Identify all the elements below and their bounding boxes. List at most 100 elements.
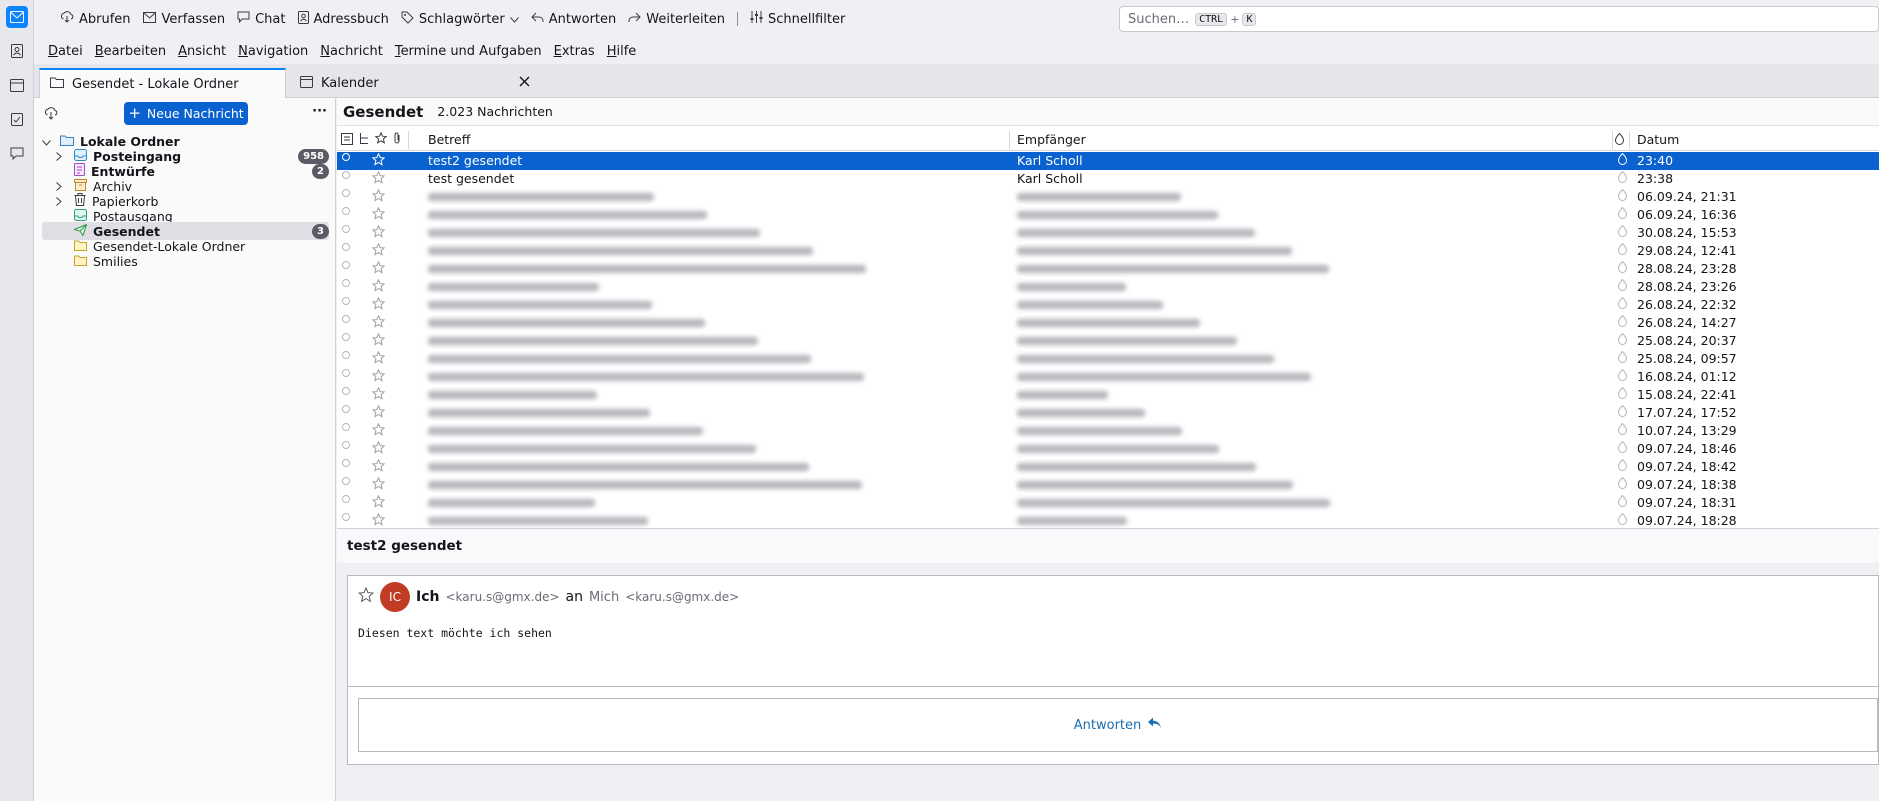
read-status-icon[interactable] (342, 477, 350, 485)
star-icon[interactable] (371, 206, 386, 224)
reply-button[interactable]: Antworten (525, 6, 623, 32)
space-chat[interactable] (0, 136, 34, 170)
sender-name[interactable]: Ich (416, 589, 439, 605)
global-search-input[interactable]: Suchen… CTRL + K (1119, 6, 1879, 32)
star-icon[interactable] (371, 278, 386, 296)
table-row[interactable]: 09.07.24, 18:31 (337, 494, 1879, 512)
junk-status-icon[interactable] (1617, 152, 1628, 168)
read-status-icon[interactable] (342, 459, 350, 467)
menu-message[interactable]: Nachricht (314, 44, 389, 59)
quickfilter-button[interactable]: Schnellfilter (744, 6, 851, 32)
read-status-icon[interactable] (342, 333, 350, 341)
table-row[interactable]: 16.08.24, 01:12 (337, 368, 1879, 386)
junk-status-icon[interactable] (1617, 404, 1628, 420)
read-status-icon[interactable] (342, 153, 350, 161)
junk-status-icon[interactable] (1617, 458, 1628, 474)
quick-reply-button[interactable]: Antworten (358, 698, 1878, 752)
table-row[interactable]: 06.09.24, 21:31 (337, 188, 1879, 206)
close-icon[interactable] (519, 76, 530, 91)
read-status-icon[interactable] (342, 261, 350, 269)
star-icon[interactable] (371, 368, 386, 386)
compose-button[interactable]: Verfassen (137, 6, 232, 32)
read-status-icon[interactable] (342, 405, 350, 413)
read-status-icon[interactable] (342, 279, 350, 287)
table-row[interactable]: 26.08.24, 22:32 (337, 296, 1879, 314)
star-icon[interactable] (371, 350, 386, 368)
recipient-name[interactable]: Mich (589, 590, 619, 605)
junk-status-icon[interactable] (1617, 314, 1628, 330)
menu-edit[interactable]: Bearbeiten (89, 44, 172, 59)
table-row[interactable]: 09.07.24, 18:46 (337, 440, 1879, 458)
star-icon[interactable] (371, 404, 386, 422)
get-messages-icon[interactable] (44, 107, 58, 124)
menu-help[interactable]: Hilfe (601, 44, 643, 59)
tab-mail[interactable]: Gesendet - Lokale Ordner (39, 68, 286, 98)
star-icon[interactable] (371, 476, 386, 494)
read-status-icon[interactable] (342, 423, 350, 431)
table-row[interactable]: 28.08.24, 23:28 (337, 260, 1879, 278)
folder-smilies[interactable]: Smilies (42, 252, 329, 270)
junk-status-icon[interactable] (1617, 170, 1628, 186)
read-status-icon[interactable] (342, 495, 350, 503)
read-status-icon[interactable] (342, 207, 350, 215)
space-addressbook[interactable] (0, 34, 34, 68)
star-icon[interactable] (371, 458, 386, 476)
new-message-button[interactable]: + Neue Nachricht (124, 102, 248, 125)
fetch-button[interactable]: Abrufen (54, 6, 137, 32)
space-tasks[interactable] (0, 102, 34, 136)
table-row[interactable]: 29.08.24, 12:41 (337, 242, 1879, 260)
column-subject[interactable]: Betreff (428, 132, 470, 147)
star-icon[interactable] (371, 152, 386, 170)
junk-status-icon[interactable] (1617, 350, 1628, 366)
star-icon[interactable] (371, 512, 386, 528)
star-icon[interactable] (371, 494, 386, 512)
junk-status-icon[interactable] (1617, 440, 1628, 456)
junk-column-icon[interactable] (1614, 132, 1625, 148)
table-row[interactable]: 06.09.24, 16:36 (337, 206, 1879, 224)
read-status-icon[interactable] (342, 243, 350, 251)
space-mail[interactable] (0, 0, 34, 34)
star-icon[interactable] (371, 260, 386, 278)
read-status-icon[interactable] (342, 315, 350, 323)
junk-status-icon[interactable] (1617, 278, 1628, 294)
star-icon[interactable] (371, 296, 386, 314)
read-status-icon[interactable] (342, 189, 350, 197)
junk-status-icon[interactable] (1617, 386, 1628, 402)
junk-status-icon[interactable] (1617, 494, 1628, 510)
star-column-icon[interactable] (374, 131, 388, 147)
star-icon[interactable] (371, 170, 386, 188)
junk-status-icon[interactable] (1617, 260, 1628, 276)
read-status-icon[interactable] (342, 441, 350, 449)
recipient-email[interactable]: <karu.s@gmx.de> (625, 590, 739, 604)
thread-column-icon[interactable] (341, 133, 353, 148)
read-status-icon[interactable] (342, 513, 350, 521)
read-status-icon[interactable] (342, 171, 350, 179)
read-status-icon[interactable] (342, 225, 350, 233)
table-row[interactable]: 30.08.24, 15:53 (337, 224, 1879, 242)
table-row[interactable]: 25.08.24, 20:37 (337, 332, 1879, 350)
junk-status-icon[interactable] (1617, 206, 1628, 222)
read-status-icon[interactable] (342, 387, 350, 395)
thread-tree-icon[interactable] (359, 133, 369, 148)
star-icon[interactable] (357, 586, 375, 607)
sender-email[interactable]: <karu.s@gmx.de> (445, 590, 559, 604)
star-icon[interactable] (371, 422, 386, 440)
junk-status-icon[interactable] (1617, 476, 1628, 492)
tags-button[interactable]: Schlagwörter (395, 6, 525, 32)
table-row[interactable]: 09.07.24, 18:38 (337, 476, 1879, 494)
column-date[interactable]: Datum (1637, 132, 1679, 147)
table-row[interactable]: 10.07.24, 13:29 (337, 422, 1879, 440)
junk-status-icon[interactable] (1617, 332, 1628, 348)
menu-events-tasks[interactable]: Termine und Aufgaben (389, 44, 548, 59)
junk-status-icon[interactable] (1617, 224, 1628, 240)
junk-status-icon[interactable] (1617, 188, 1628, 204)
star-icon[interactable] (371, 188, 386, 206)
table-row[interactable]: 26.08.24, 14:27 (337, 314, 1879, 332)
table-row[interactable]: 15.08.24, 22:41 (337, 386, 1879, 404)
tab-calendar[interactable]: Kalender (290, 68, 538, 98)
menu-file[interactable]: Datei (42, 44, 89, 59)
table-row[interactable]: 25.08.24, 09:57 (337, 350, 1879, 368)
junk-status-icon[interactable] (1617, 242, 1628, 258)
star-icon[interactable] (371, 314, 386, 332)
table-row[interactable]: test2 gesendet Karl Scholl 23:40 (337, 152, 1879, 170)
